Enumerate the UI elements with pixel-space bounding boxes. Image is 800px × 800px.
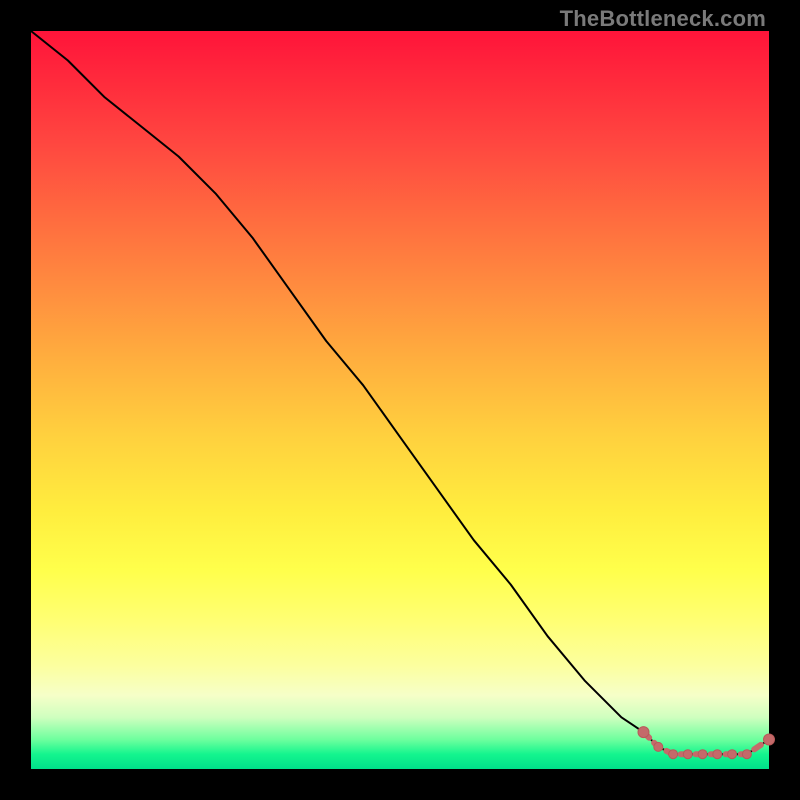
- chart-stage: TheBottleneck.com: [0, 0, 800, 800]
- watermark-text: TheBottleneck.com: [560, 6, 766, 32]
- plot-area: [31, 31, 769, 769]
